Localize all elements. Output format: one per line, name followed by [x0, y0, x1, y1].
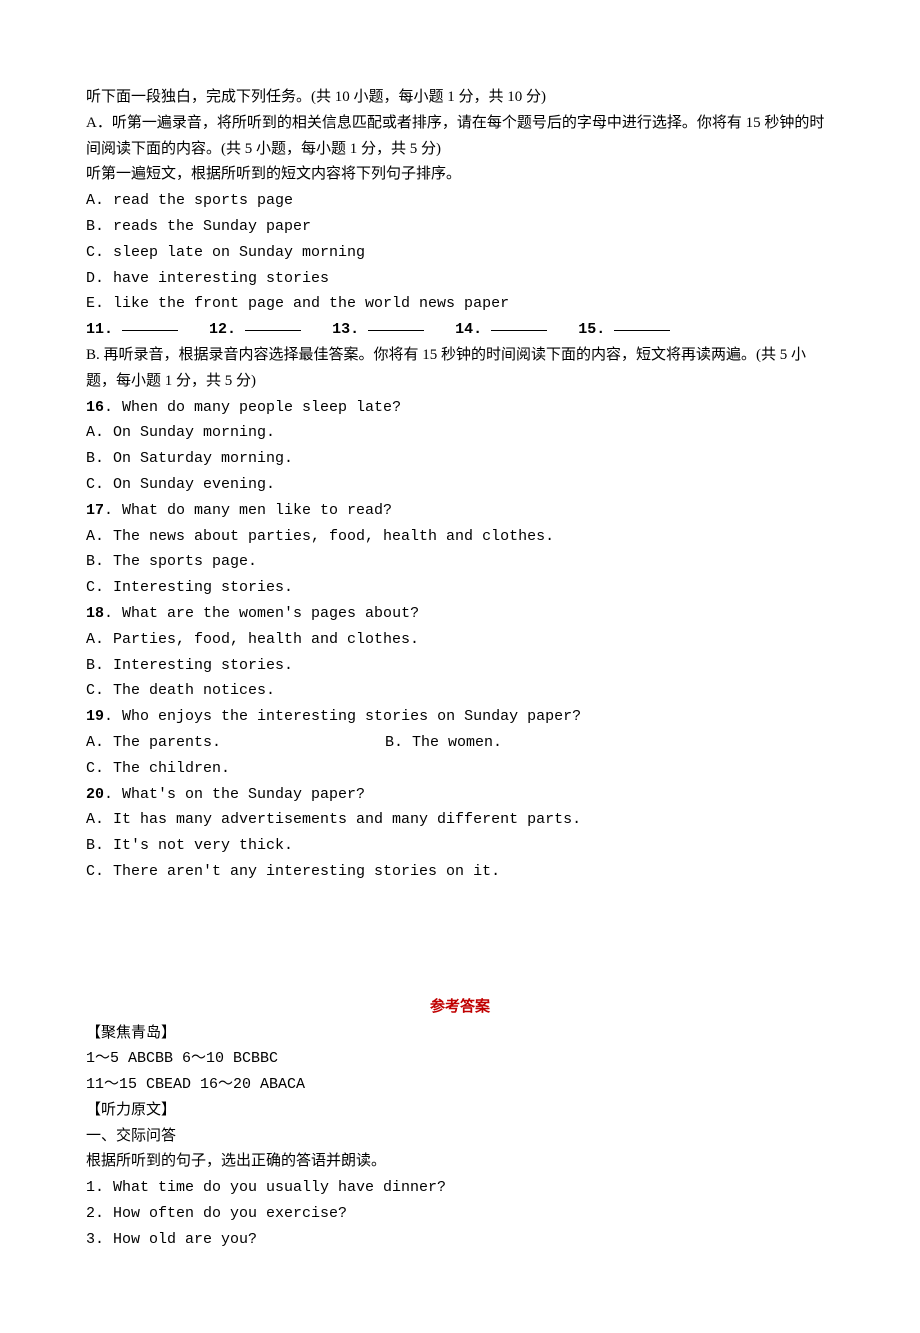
listening-original-heading: 【听力原文】 [86, 1098, 834, 1124]
q11-label: 11. [86, 321, 113, 338]
ordering-option-a: A. read the sports page [86, 188, 834, 214]
q16-option-c: C. On Sunday evening. [86, 472, 834, 498]
q13-label: 13. [332, 321, 359, 338]
q18-option-c: C. The death notices. [86, 678, 834, 704]
intro-line-3: 听第一遍短文，根据所听到的短文内容将下列句子排序。 [86, 162, 834, 188]
q19-option-b: B. The women. [385, 734, 502, 751]
ordering-option-b: B. reads the Sunday paper [86, 214, 834, 240]
listening-line-2: 2. How often do you exercise? [86, 1201, 834, 1227]
ordering-option-d: D. have interesting stories [86, 266, 834, 292]
q17-question: 17. What do many men like to read? [86, 498, 834, 524]
q17-option-a: A. The news about parties, food, health … [86, 524, 834, 550]
answer-row-2: 11～15 CBEAD 16～20 ABACA [86, 1072, 834, 1098]
answer-key-title: 参考答案 [86, 995, 834, 1021]
q12-label: 12. [209, 321, 236, 338]
q14-label: 14. [455, 321, 482, 338]
q20-option-c: C. There aren't any interesting stories … [86, 859, 834, 885]
q11-blank [122, 315, 178, 331]
q12-blank [245, 315, 301, 331]
q13-blank [368, 315, 424, 331]
q16-option-b: B. On Saturday morning. [86, 446, 834, 472]
q19-question: 19. Who enjoys the interesting stories o… [86, 704, 834, 730]
q16-option-a: A. On Sunday morning. [86, 420, 834, 446]
q18-option-a: A. Parties, food, health and clothes. [86, 627, 834, 653]
listening-line-3: 3. How old are you? [86, 1227, 834, 1253]
section-1-heading: 一、交际问答 [86, 1124, 834, 1150]
q15-blank [614, 315, 670, 331]
intro-line-2: A．听第一遍录音，将所听到的相关信息匹配或者排序，请在每个题号后的字母中进行选择… [86, 111, 834, 163]
q19-option-a: A. The parents. [86, 730, 376, 756]
ordering-option-e: E. like the front page and the world new… [86, 291, 834, 317]
q16-question: 1616. When do many people sleep late?. W… [86, 395, 834, 421]
focus-heading: 【聚焦青岛】 [86, 1021, 834, 1047]
intro-line-1: 听下面一段独白，完成下列任务。(共 10 小题，每小题 1 分，共 10 分) [86, 85, 834, 111]
section-1-instruction: 根据所听到的句子，选出正确的答语并朗读。 [86, 1149, 834, 1175]
document-page: 听下面一段独白，完成下列任务。(共 10 小题，每小题 1 分，共 10 分) … [0, 0, 920, 1333]
q20-question: 20. What's on the Sunday paper? [86, 782, 834, 808]
q20-option-a: A. It has many advertisements and many d… [86, 807, 834, 833]
q15-label: 15. [578, 321, 605, 338]
ordering-option-c: C. sleep late on Sunday morning [86, 240, 834, 266]
answer-row-1: 1～5 ABCBB 6～10 BCBBC [86, 1046, 834, 1072]
listening-line-1: 1. What time do you usually have dinner? [86, 1175, 834, 1201]
q18-option-b: B. Interesting stories. [86, 653, 834, 679]
q17-option-b: B. The sports page. [86, 549, 834, 575]
q17-option-c: C. Interesting stories. [86, 575, 834, 601]
part-b-instructions: B. 再听录音，根据录音内容选择最佳答案。你将有 15 秒钟的时间阅读下面的内容… [86, 343, 834, 395]
q14-blank [491, 315, 547, 331]
fill-in-blank-line: 11. 12. 13. 14. 15. [86, 317, 834, 343]
q20-option-b: B. It's not very thick. [86, 833, 834, 859]
q19-option-c: C. The children. [86, 756, 834, 782]
answer-key-section: 参考答案 【聚焦青岛】 1～5 ABCBB 6～10 BCBBC 11～15 C… [86, 995, 834, 1253]
q19-options-ab: A. The parents. B. The women. [86, 730, 834, 756]
q18-question: 18. What are the women's pages about? [86, 601, 834, 627]
